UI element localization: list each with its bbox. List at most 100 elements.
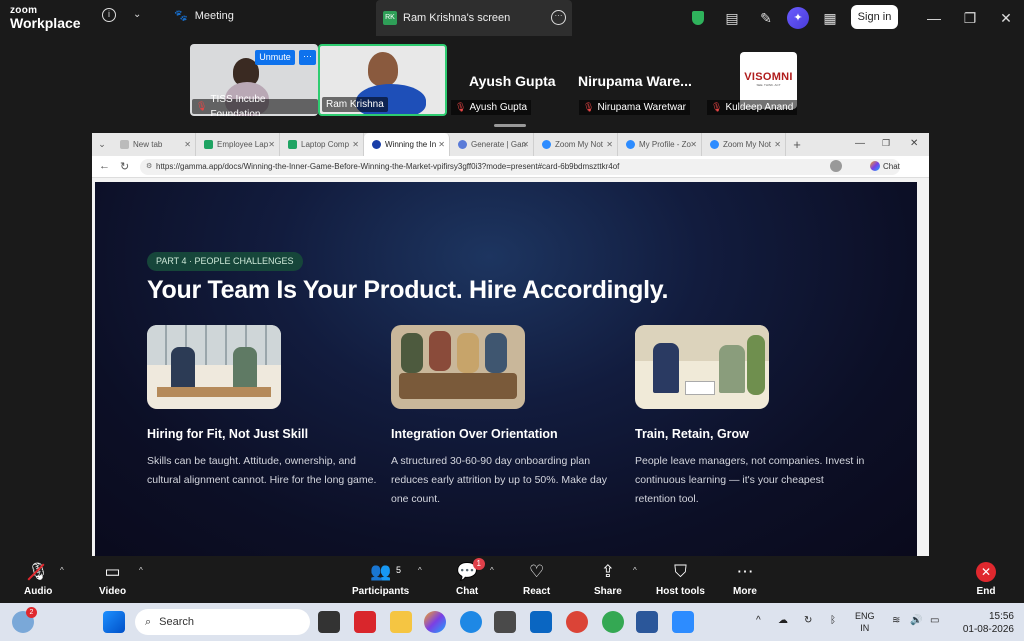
browser-tab[interactable]: Employee Lap ✕ bbox=[196, 133, 280, 156]
browser-tab[interactable]: Generate | Gan ✕ bbox=[450, 133, 534, 156]
browser-tab[interactable]: Zoom My Not ✕ bbox=[702, 133, 786, 156]
video-button[interactable]: ▭ Video bbox=[99, 560, 126, 597]
chrome-icon[interactable] bbox=[566, 611, 588, 633]
video-options-caret-icon[interactable]: ^ bbox=[139, 566, 143, 575]
tab-list-chevron-icon[interactable]: ⌄ bbox=[92, 139, 112, 150]
react-button[interactable]: ♡ React bbox=[523, 560, 550, 597]
tray-app-icon[interactable]: ☁ bbox=[778, 615, 788, 626]
ai-companion-icon[interactable]: ✦ bbox=[786, 0, 810, 36]
clock-date: 01-08-2026 bbox=[962, 624, 1014, 635]
restore-icon[interactable]: ❐ bbox=[960, 0, 980, 36]
audio-options-caret-icon[interactable]: ^ bbox=[60, 566, 64, 575]
app-l-icon[interactable] bbox=[354, 611, 376, 633]
browser-tab[interactable]: Zoom My Not ✕ bbox=[534, 133, 618, 156]
browser-tab[interactable]: New tab ✕ bbox=[112, 133, 196, 156]
manager-figure bbox=[653, 343, 679, 393]
copilot-icon[interactable] bbox=[424, 611, 446, 633]
store-icon[interactable] bbox=[494, 611, 516, 633]
tab-close-icon[interactable]: ✕ bbox=[184, 140, 191, 149]
sync-icon[interactable]: ↻ bbox=[804, 615, 812, 626]
share-options-caret-icon[interactable]: ^ bbox=[633, 566, 637, 575]
tab-close-icon[interactable]: ✕ bbox=[352, 140, 359, 149]
tab-close-icon[interactable]: ✕ bbox=[268, 140, 275, 149]
close-icon[interactable]: ✕ bbox=[910, 138, 918, 149]
apps-grid-icon[interactable]: ▦ bbox=[820, 0, 840, 36]
profile-avatar[interactable] bbox=[830, 160, 842, 172]
volume-icon[interactable]: 🔊 bbox=[910, 615, 922, 626]
new-tab-plus-icon[interactable]: + bbox=[786, 137, 808, 152]
tray-overflow-icon[interactable]: ^ bbox=[756, 615, 761, 626]
browser-tab-active[interactable]: Winning the In ✕ bbox=[364, 133, 450, 156]
battery-icon[interactable]: ▭ bbox=[930, 615, 939, 626]
sign-in-button[interactable]: Sign in bbox=[851, 5, 898, 29]
chat-button[interactable]: 💬 1 Chat bbox=[456, 558, 485, 597]
mic-muted-icon: 🎙 bbox=[27, 562, 49, 581]
windows-start-icon[interactable] bbox=[103, 611, 125, 633]
participants-options-caret-icon[interactable]: ^ bbox=[418, 566, 422, 575]
system-clock[interactable]: 15:56 01-08-2026 bbox=[958, 610, 1014, 636]
participant-name-tag: 🎙 Kuldeep Anand bbox=[707, 100, 798, 115]
task-view-icon[interactable] bbox=[318, 611, 340, 633]
strip-scroll-indicator[interactable] bbox=[494, 124, 526, 127]
outlook-icon[interactable] bbox=[530, 611, 552, 633]
participant-display-nirupama[interactable]: Nirupama Ware... bbox=[578, 73, 692, 89]
shared-browser-window: ⌄ New tab ✕ Employee Lap ✕ Laptop Comp ✕ Wi… bbox=[92, 133, 929, 556]
tab-close-icon[interactable]: ✕ bbox=[690, 140, 697, 149]
zoom-app-icon[interactable] bbox=[672, 611, 694, 633]
meeting-table bbox=[399, 373, 517, 399]
restore-icon[interactable]: ❐ bbox=[882, 138, 890, 149]
participants-button[interactable]: 👥 5 Participants bbox=[352, 560, 409, 597]
word-icon[interactable] bbox=[636, 611, 658, 633]
unmute-button[interactable]: Unmute bbox=[255, 50, 295, 65]
copilot-icon bbox=[870, 161, 880, 171]
notes-icon[interactable]: ▤ bbox=[722, 0, 742, 36]
refresh-icon[interactable]: ↻ bbox=[120, 160, 129, 173]
back-arrow-icon[interactable]: ← bbox=[99, 160, 110, 172]
zoom-workplace-logo: zoom Workplace bbox=[10, 6, 81, 31]
edge-icon[interactable] bbox=[460, 611, 482, 633]
browser-tab-strip: ⌄ New tab ✕ Employee Lap ✕ Laptop Comp ✕ Wi… bbox=[92, 133, 929, 156]
more-options-icon[interactable]: ··· bbox=[551, 10, 566, 25]
screen-initials-badge: RK bbox=[383, 11, 397, 25]
meeting-tab[interactable]: 🐾 Meeting bbox=[174, 9, 234, 23]
participant-tile-tiss[interactable]: Unmute ··· 🎙 TISS Incube Foundation bbox=[190, 44, 318, 116]
shield-icon: ⛉ bbox=[674, 562, 687, 581]
weather-icon[interactable]: 2 bbox=[12, 607, 37, 633]
minimize-icon[interactable]: — bbox=[855, 138, 865, 149]
site-info-icon[interactable]: ⚙ bbox=[146, 162, 152, 170]
taskbar-search[interactable]: ⌕ Search bbox=[135, 609, 310, 635]
chrome-profile-icon[interactable] bbox=[602, 611, 624, 633]
browser-tab[interactable]: My Profile - Zo ✕ bbox=[618, 133, 702, 156]
minimize-icon[interactable]: — bbox=[924, 0, 944, 36]
chat-bubble-icon: 💬 1 bbox=[457, 558, 485, 584]
copilot-chat-button[interactable]: Chat bbox=[870, 161, 900, 171]
tab-close-icon[interactable]: ✕ bbox=[774, 140, 781, 149]
more-button[interactable]: ⋯ More bbox=[733, 560, 757, 597]
chat-options-caret-icon[interactable]: ^ bbox=[490, 566, 494, 575]
tile-more-button[interactable]: ··· bbox=[299, 50, 316, 65]
security-shield-icon[interactable] bbox=[690, 0, 706, 36]
wifi-icon[interactable]: ≋ bbox=[892, 615, 900, 626]
share-button[interactable]: ⇪ Share bbox=[594, 560, 622, 597]
shared-screen-tab[interactable]: RK Ram Krishna's screen ··· bbox=[376, 0, 572, 36]
participant-display-ayush[interactable]: Ayush Gupta bbox=[469, 73, 556, 89]
participant-tile-ram-krishna[interactable]: Ram Krishna bbox=[318, 44, 447, 116]
end-button[interactable]: ✕ End bbox=[976, 560, 996, 597]
tab-close-icon[interactable]: ✕ bbox=[438, 140, 445, 149]
bluetooth-icon[interactable]: ᛒ bbox=[830, 615, 836, 626]
section-badge: PART 4 · PEOPLE CHALLENGES bbox=[147, 252, 303, 271]
tab-close-icon[interactable]: ✕ bbox=[522, 140, 529, 149]
participant-name-tag: 🎙 TISS Incube Foundation bbox=[192, 94, 318, 116]
tab-label: Employee Lap bbox=[217, 140, 269, 149]
audio-button[interactable]: 🎙 Audio bbox=[24, 560, 52, 597]
meeting-info-icon[interactable]: i bbox=[102, 8, 116, 22]
chevron-down-icon[interactable]: ⌄ bbox=[133, 9, 141, 20]
url-field[interactable]: https://gamma.app/docs/Winning-the-Inner… bbox=[140, 159, 900, 175]
language-indicator[interactable]: ENG IN bbox=[855, 610, 875, 634]
whiteboard-pen-icon[interactable]: ✎ bbox=[756, 0, 776, 36]
host-tools-button[interactable]: ⛉ Host tools bbox=[656, 560, 705, 597]
browser-tab[interactable]: Laptop Comp ✕ bbox=[280, 133, 364, 156]
tab-close-icon[interactable]: ✕ bbox=[606, 140, 613, 149]
file-explorer-icon[interactable] bbox=[390, 611, 412, 633]
close-icon[interactable]: ✕ bbox=[996, 0, 1016, 36]
